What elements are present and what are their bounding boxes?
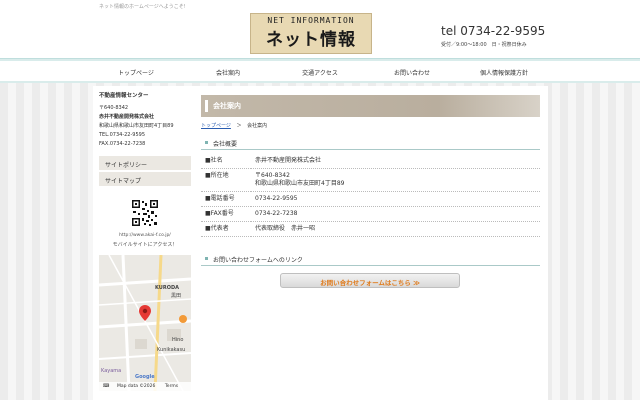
section-marker bbox=[205, 257, 208, 260]
sidebar-company-info: 不動産情報センター 〒640-8342 赤井不動産開発株式会社 和歌山県和歌山市… bbox=[99, 92, 191, 149]
map-label-kayama: Kayama bbox=[101, 368, 122, 374]
row-label: ■電話番号 bbox=[201, 191, 251, 207]
sidebar-fax: FAX.0734-22-7238 bbox=[99, 141, 146, 147]
row-value: 〒640-8342 和歌山県和歌山市友田町4丁目89 bbox=[251, 168, 540, 192]
header-phone: tel 0734-22-9595 bbox=[441, 24, 546, 38]
business-hours: 受付／9:00〜18:00 日・祝祭日休み bbox=[441, 42, 527, 48]
row-label: ■所在地 bbox=[201, 168, 251, 192]
table-row: ■FAX番号 0734-22-7238 bbox=[201, 206, 540, 222]
map-label-kuroda-jp: 黒田 bbox=[171, 293, 182, 299]
company-info-table: ■社名 赤井不動産開発株式会社 ■所在地 〒640-8342 和歌山県和歌山市友田… bbox=[201, 154, 540, 237]
sidebar-tel: TEL.0734-22-9595 bbox=[99, 132, 146, 138]
breadcrumb-home-link[interactable]: トップページ bbox=[201, 123, 231, 129]
row-label: ■代表者 bbox=[201, 221, 251, 237]
row-value: 赤井不動産開発株式会社 bbox=[251, 154, 540, 169]
logo-title: ネット情報 bbox=[266, 30, 356, 50]
page-title-band: 会社案内 bbox=[201, 95, 540, 117]
sidebar-center-name: 不動産情報センター bbox=[99, 93, 149, 99]
section-heading-text: お問い合わせフォームへのリンク bbox=[213, 257, 303, 264]
row-value: 代表取締役 赤井一昭 bbox=[251, 221, 540, 237]
keyboard-icon[interactable]: ⌨ bbox=[103, 384, 110, 389]
row-value: 0734-22-9595 bbox=[251, 191, 540, 207]
section-heading-contact: お問い合わせフォームへのリンク bbox=[201, 252, 540, 266]
row-label: ■FAX番号 bbox=[201, 206, 251, 222]
section-heading-text: 会社概要 bbox=[213, 141, 238, 148]
breadcrumb-current: 会社案内 bbox=[247, 123, 268, 129]
sidebar-postal: 〒640-8342 bbox=[99, 105, 129, 111]
row-label: ■社名 bbox=[201, 154, 251, 169]
logo-subtitle: NET INFORMATION bbox=[267, 16, 355, 25]
title-bar-mark bbox=[205, 100, 208, 112]
breadcrumb-separator: ＞ bbox=[236, 123, 242, 129]
nav-item-privacy[interactable]: 個人情報保護方針 bbox=[459, 68, 549, 77]
site-tagline: ネット情報のホームページへようこそ! bbox=[99, 4, 186, 10]
map-label-kuroda: KURODA bbox=[155, 285, 179, 291]
map-pin-icon[interactable] bbox=[139, 305, 151, 321]
table-row: ■電話番号 0734-22-9595 bbox=[201, 191, 540, 207]
qr-code-icon bbox=[131, 199, 159, 227]
nav-item-access[interactable]: 交通アクセス bbox=[275, 68, 365, 77]
google-logo: Google bbox=[135, 374, 155, 380]
breadcrumb: トップページ ＞ 会社案内 bbox=[201, 122, 267, 129]
sidebar-item-site-policy[interactable]: サイトポリシー bbox=[99, 156, 191, 171]
section-marker bbox=[205, 141, 208, 144]
table-row: ■代表者 代表取締役 赤井一昭 bbox=[201, 221, 540, 237]
place-marker-icon[interactable] bbox=[179, 315, 187, 323]
nav-item-company[interactable]: 会社案内 bbox=[183, 68, 273, 77]
map-label-hino: Hino bbox=[172, 337, 184, 343]
sidebar-company-name: 赤井不動産開発株式会社 bbox=[99, 114, 155, 120]
google-map[interactable]: KURODA 黒田 Hino Kunikakasu Kayama Google … bbox=[99, 255, 191, 391]
header-divider bbox=[0, 58, 640, 61]
global-nav: トップページ 会社案内 交通アクセス お問い合わせ 個人情報保護方針 bbox=[0, 62, 640, 83]
table-row: ■所在地 〒640-8342 和歌山県和歌山市友田町4丁目89 bbox=[201, 168, 540, 192]
section-heading-overview: 会社概要 bbox=[201, 136, 540, 150]
mobile-url[interactable]: http://www.akai-f.co.jp/ bbox=[99, 233, 191, 238]
map-label-kunikakasu: Kunikakasu bbox=[157, 347, 186, 353]
page-title: 会社案内 bbox=[213, 102, 241, 110]
map-footer: ⌨ Map data ©2026 Terms bbox=[99, 382, 191, 391]
map-data-credit: Map data ©2026 bbox=[116, 384, 156, 389]
nav-item-contact[interactable]: お問い合わせ bbox=[367, 68, 457, 77]
sidebar-item-sitemap[interactable]: サイトマップ bbox=[99, 172, 191, 187]
map-terms-link[interactable]: Terms bbox=[165, 384, 178, 389]
row-value: 0734-22-7238 bbox=[251, 206, 540, 222]
site-logo[interactable]: NET INFORMATION ネット情報 bbox=[250, 13, 372, 54]
sidebar-address: 和歌山県和歌山市友田町4丁目89 bbox=[99, 123, 174, 129]
nav-item-top[interactable]: トップページ bbox=[91, 68, 181, 77]
contact-form-button[interactable]: お問い合わせフォームはこちら ≫ bbox=[280, 273, 460, 288]
mobile-note: モバイルサイトにアクセス！ bbox=[112, 242, 178, 248]
table-row: ■社名 赤井不動産開発株式会社 bbox=[201, 154, 540, 169]
